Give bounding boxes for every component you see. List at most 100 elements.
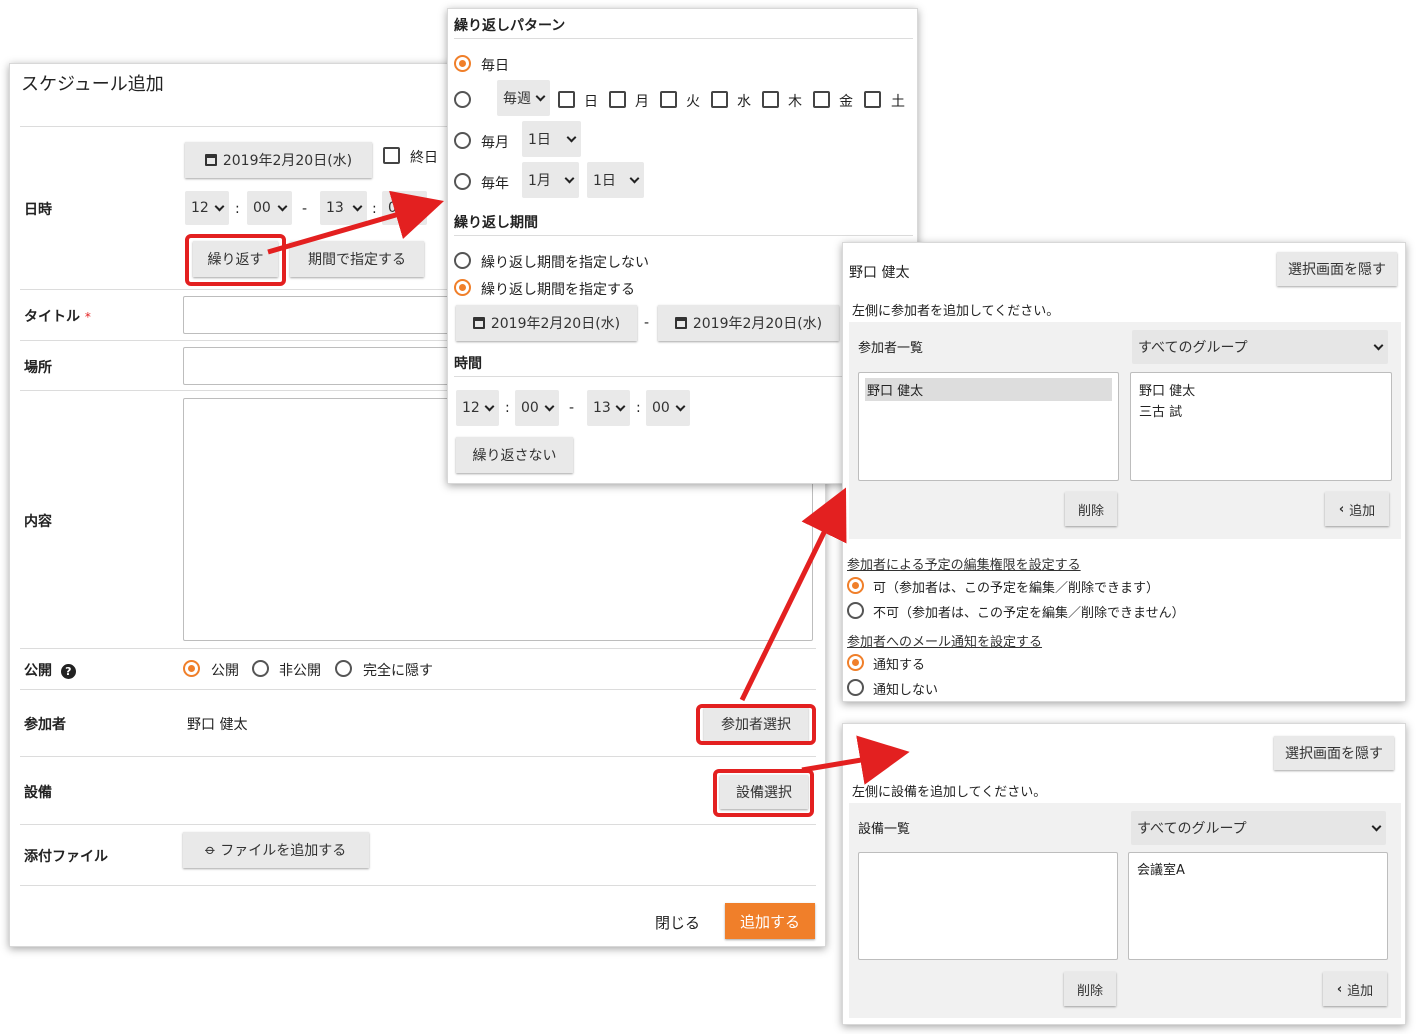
title-label-text: タイトル xyxy=(24,309,80,325)
period-button[interactable]: 期間で指定する xyxy=(290,241,424,277)
no-period-radio[interactable] xyxy=(454,252,471,269)
dash: - xyxy=(302,201,308,217)
weekday-tue-label: 火 xyxy=(686,94,700,110)
time-title: 時間 xyxy=(454,356,482,372)
add-file-label: ファイルを追加する xyxy=(220,843,347,859)
weekday-fri-checkbox[interactable] xyxy=(813,91,830,108)
participant-add-label: 追加 xyxy=(1349,503,1376,519)
repeat-end-hour-select[interactable]: 13 xyxy=(587,390,630,426)
yearly-radio[interactable] xyxy=(454,173,471,190)
divider xyxy=(20,756,816,757)
participant-candidate-list[interactable]: 野口 健太 三古 試 xyxy=(1130,372,1392,481)
yearly-month-select[interactable]: 1月 xyxy=(522,162,579,198)
yearly-day-value: 1日 xyxy=(593,173,616,189)
visibility-hidden-radio[interactable] xyxy=(335,660,352,677)
divider xyxy=(454,235,913,236)
perm-yes-label: 可（参加者は、この予定を編集／削除できます） xyxy=(873,581,1160,596)
yearly-month-value: 1月 xyxy=(528,173,551,189)
with-period-radio[interactable] xyxy=(454,279,471,296)
list-item[interactable]: 三古 試 xyxy=(1139,400,1383,421)
monthly-day-select[interactable]: 1日 xyxy=(522,121,581,157)
perm-no-radio[interactable] xyxy=(847,602,864,619)
participant-group-select[interactable]: すべてのグループ xyxy=(1132,330,1388,364)
weekday-sun-checkbox[interactable] xyxy=(558,91,575,108)
participant-hide-label: 選択画面を隠す xyxy=(1288,262,1386,278)
monthly-day-value: 1日 xyxy=(528,132,551,148)
participants-highlight xyxy=(696,704,816,745)
date-value: 2019年2月20日(水) xyxy=(222,153,353,169)
attachment-label: 添付ファイル xyxy=(24,849,108,865)
participant-instruction: 左側に参加者を追加してください。 xyxy=(852,304,1060,319)
equipment-group-select[interactable]: すべてのグループ xyxy=(1131,811,1386,845)
with-period-label: 繰り返し期間を指定する xyxy=(481,282,635,298)
equipment-candidate-list[interactable]: 会議室A xyxy=(1128,852,1388,960)
add-file-button[interactable]: ⌀ ファイルを追加する xyxy=(183,832,369,868)
notify-radio[interactable] xyxy=(847,654,864,671)
participant-delete-button[interactable]: 削除 xyxy=(1065,492,1117,526)
allday-checkbox[interactable] xyxy=(383,147,400,164)
end-hour-select[interactable]: 13 xyxy=(320,191,367,225)
equipment-selected-list[interactable] xyxy=(858,852,1118,960)
weekday-thu-label: 木 xyxy=(788,94,802,110)
repeat-highlight xyxy=(185,234,286,286)
add-button[interactable]: 追加する xyxy=(725,903,815,939)
list-item[interactable]: 会議室A xyxy=(1137,859,1379,878)
date-picker-button[interactable]: 2019年2月20日(水) xyxy=(185,142,372,178)
colon: : xyxy=(636,400,641,416)
divider xyxy=(20,648,816,649)
start-hour-select[interactable]: 12 xyxy=(185,191,229,225)
equipment-add-button[interactable]: ‹ 追加 xyxy=(1323,972,1387,1006)
period-end-date-button[interactable]: 2019年2月20日(水) xyxy=(658,305,839,341)
participant-hide-button[interactable]: 選択画面を隠す xyxy=(1277,252,1397,286)
daily-radio[interactable] xyxy=(454,55,471,72)
participant-user-name: 野口 健太 xyxy=(849,265,910,281)
visibility-public-radio[interactable] xyxy=(183,660,200,677)
period-title: 繰り返し期間 xyxy=(454,215,538,231)
repeat-end-hour-value: 13 xyxy=(593,400,611,416)
yearly-day-select[interactable]: 1日 xyxy=(587,162,644,198)
monthly-radio[interactable] xyxy=(454,132,471,149)
participant-selected-list[interactable]: 野口 健太 xyxy=(858,372,1119,481)
weekday-sat-checkbox[interactable] xyxy=(864,91,881,108)
repeat-end-min-value: 00 xyxy=(652,400,670,416)
repeat-start-min-select[interactable]: 00 xyxy=(515,390,559,426)
visibility-private-radio[interactable] xyxy=(252,660,269,677)
equipment-instruction: 左側に設備を追加してください。 xyxy=(852,785,1047,800)
chevron-down-icon xyxy=(1373,340,1384,350)
weekday-thu-checkbox[interactable] xyxy=(762,91,779,108)
repeat-start-hour-select[interactable]: 12 xyxy=(456,390,499,426)
equipment-hide-button[interactable]: 選択画面を隠す xyxy=(1274,736,1394,770)
monthly-label: 毎月 xyxy=(481,135,509,151)
weekday-mon-label: 月 xyxy=(635,94,649,110)
weekly-radio[interactable] xyxy=(454,91,471,108)
datetime-label: 日時 xyxy=(24,202,52,218)
chevron-down-icon xyxy=(544,401,555,411)
equipment-delete-button[interactable]: 削除 xyxy=(1064,972,1116,1006)
period-start-date-button[interactable]: 2019年2月20日(水) xyxy=(456,305,637,341)
participant-add-button[interactable]: ‹ 追加 xyxy=(1325,492,1389,526)
visibility-private-label: 非公開 xyxy=(279,663,321,679)
place-label: 場所 xyxy=(24,360,52,376)
end-min-select[interactable]: 00 xyxy=(382,191,427,225)
weekday-mon-checkbox[interactable] xyxy=(609,91,626,108)
close-button[interactable]: 閉じる xyxy=(655,912,700,933)
repeat-end-min-select[interactable]: 00 xyxy=(646,390,690,426)
weekday-wed-checkbox[interactable] xyxy=(711,91,728,108)
weekday-tue-checkbox[interactable] xyxy=(660,91,677,108)
help-icon[interactable]: ? xyxy=(60,664,76,679)
mail-notify-link[interactable]: 参加者へのメール通知を設定する xyxy=(847,631,1042,650)
visibility-hidden-label: 完全に隠す xyxy=(363,663,433,679)
chevron-down-icon xyxy=(566,132,577,142)
allday-label: 終日 xyxy=(410,150,438,166)
participant-select-panel: 野口 健太 選択画面を隠す 左側に参加者を追加してください。 参加者一覧 すべて… xyxy=(842,242,1406,702)
start-min-select[interactable]: 00 xyxy=(247,191,292,225)
list-item[interactable]: 野口 健太 xyxy=(865,378,1112,401)
no-repeat-button[interactable]: 繰り返さない xyxy=(456,437,573,473)
list-item[interactable]: 野口 健太 xyxy=(1139,379,1383,400)
weekday-fri-label: 金 xyxy=(839,94,853,110)
perm-yes-radio[interactable] xyxy=(847,577,864,594)
no-notify-radio[interactable] xyxy=(847,679,864,696)
edit-permission-link[interactable]: 参加者による予定の編集権限を設定する xyxy=(847,554,1081,573)
weekly-select[interactable]: 毎週 xyxy=(497,80,550,116)
participant-selector-box: 参加者一覧 すべてのグループ 野口 健太 野口 健太 三古 試 削除 ‹ 追加 xyxy=(849,322,1401,539)
